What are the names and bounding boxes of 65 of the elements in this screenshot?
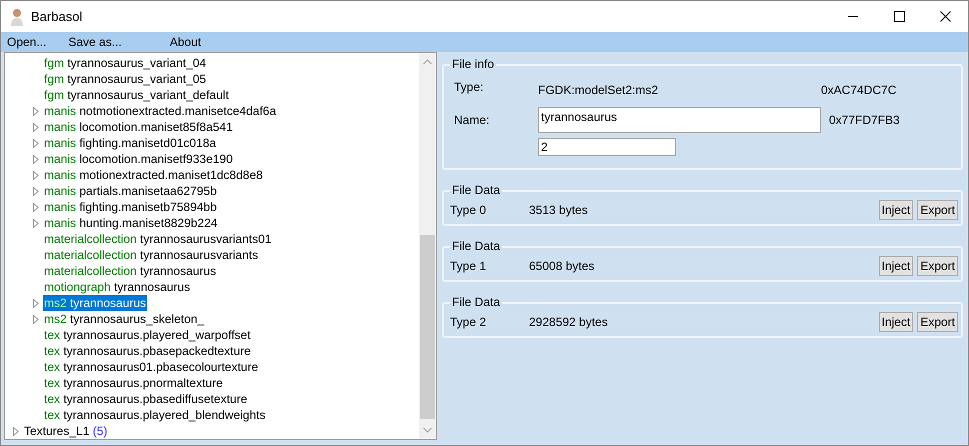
name-field[interactable]: tyrannosaurus	[538, 107, 821, 133]
tree-item[interactable]: fgm tyrannosaurus_variant_default	[43, 87, 230, 103]
tree-item[interactable]: ms2 tyrannosaurus_skeleton_	[43, 311, 206, 327]
tree-item[interactable]: tex tyrannosaurus.pbasepackedtexture	[43, 343, 252, 359]
number-field[interactable]: 2	[538, 138, 676, 156]
action-button[interactable]: Export	[917, 256, 958, 276]
action-button[interactable]: Inject	[878, 312, 914, 332]
action-button[interactable]: Inject	[878, 200, 914, 220]
expand-icon[interactable]	[33, 218, 39, 228]
tree-item[interactable]: manis notmotionextracted.manisetce4daf6a	[43, 103, 278, 119]
expand-icon[interactable]	[33, 170, 39, 180]
maximize-icon	[894, 11, 904, 22]
expand-icon[interactable]	[33, 186, 39, 196]
expand-icon[interactable]	[33, 122, 39, 132]
scrollbar[interactable]	[419, 53, 436, 439]
scrollbar-thumb[interactable]	[420, 235, 435, 419]
action-button[interactable]: Inject	[878, 256, 914, 276]
type-value: FGDK:modelSet2:ms2	[538, 82, 660, 99]
scroll-down-icon[interactable]	[423, 427, 432, 433]
tree-item[interactable]: tex tyrannosaurus.pbasediffusetexture	[43, 391, 248, 407]
person-icon	[9, 8, 25, 26]
tree-item[interactable]: tex tyrannosaurus.playered_blendweights	[43, 407, 266, 423]
expand-icon[interactable]	[33, 314, 39, 324]
tree-item[interactable]: fgm tyrannosaurus_variant_05	[43, 71, 208, 87]
tree-item[interactable]: fgm tyrannosaurus_variant_04	[43, 55, 208, 71]
hash-value: 0xAC74DC7C	[821, 82, 896, 99]
tree-item[interactable]: materialcollection tyrannosaurusvariants	[43, 247, 260, 263]
tree-item[interactable]: manis hunting.maniset8829b224	[43, 215, 218, 231]
field-label: Type:	[454, 79, 484, 96]
window-title: Barbasol	[31, 8, 82, 26]
tree-item[interactable]: manis fighting.manisetb75894bb	[43, 199, 218, 215]
expand-icon[interactable]	[13, 426, 19, 436]
tree-item[interactable]: manis fighting.manisetd01c018a	[43, 135, 218, 151]
tree-item[interactable]: ms2 tyrannosaurus	[43, 295, 148, 311]
hash-value: 0x77FD7FB3	[829, 112, 900, 129]
close-icon	[940, 11, 950, 22]
menu-item[interactable]: About	[166, 33, 206, 51]
tree-item[interactable]: tex tyrannosaurus01.pbasecolourtexture	[43, 359, 260, 375]
data-type: Type 1	[450, 258, 488, 275]
action-button[interactable]: Export	[917, 200, 958, 220]
tree-item[interactable]: Textures_L1 (5)	[23, 423, 108, 439]
menu-item[interactable]: Save as...	[64, 33, 126, 51]
scroll-up-icon[interactable]	[423, 59, 432, 65]
data-size: 3513 bytes	[529, 202, 588, 219]
action-button[interactable]: Export	[917, 312, 958, 332]
tree-item[interactable]: motiongraph tyrannosaurus	[43, 279, 192, 295]
data-type: Type 0	[450, 202, 488, 219]
expand-icon[interactable]	[33, 202, 39, 212]
data-type: Type 2	[450, 314, 488, 331]
expand-icon[interactable]	[33, 138, 39, 148]
expand-icon[interactable]	[33, 298, 39, 308]
expand-icon[interactable]	[33, 106, 39, 116]
field-label: Name:	[454, 112, 490, 129]
tree-item[interactable]: manis locomotion.manisetf933e190	[43, 151, 234, 167]
expand-icon[interactable]	[33, 154, 39, 164]
data-size: 65008 bytes	[529, 258, 594, 275]
tree-item[interactable]: manis motionextracted.maniset1dc8d8e8	[43, 167, 264, 183]
tree-item[interactable]: materialcollection tyrannosaurusvariants01	[43, 231, 272, 247]
menu-item[interactable]: Open...	[3, 33, 50, 51]
tree-item[interactable]: tex tyrannosaurus.pnormaltexture	[43, 375, 224, 391]
tree-item[interactable]: tex tyrannosaurus.playered_warpoffset	[43, 327, 252, 343]
tree-item[interactable]: manis partials.manisetaa62795b	[43, 183, 218, 199]
tree-item[interactable]: materialcollection tyrannosaurus	[43, 263, 218, 279]
tree-item[interactable]: manis locomotion.maniset85f8a541	[43, 119, 234, 135]
data-size: 2928592 bytes	[529, 314, 608, 331]
